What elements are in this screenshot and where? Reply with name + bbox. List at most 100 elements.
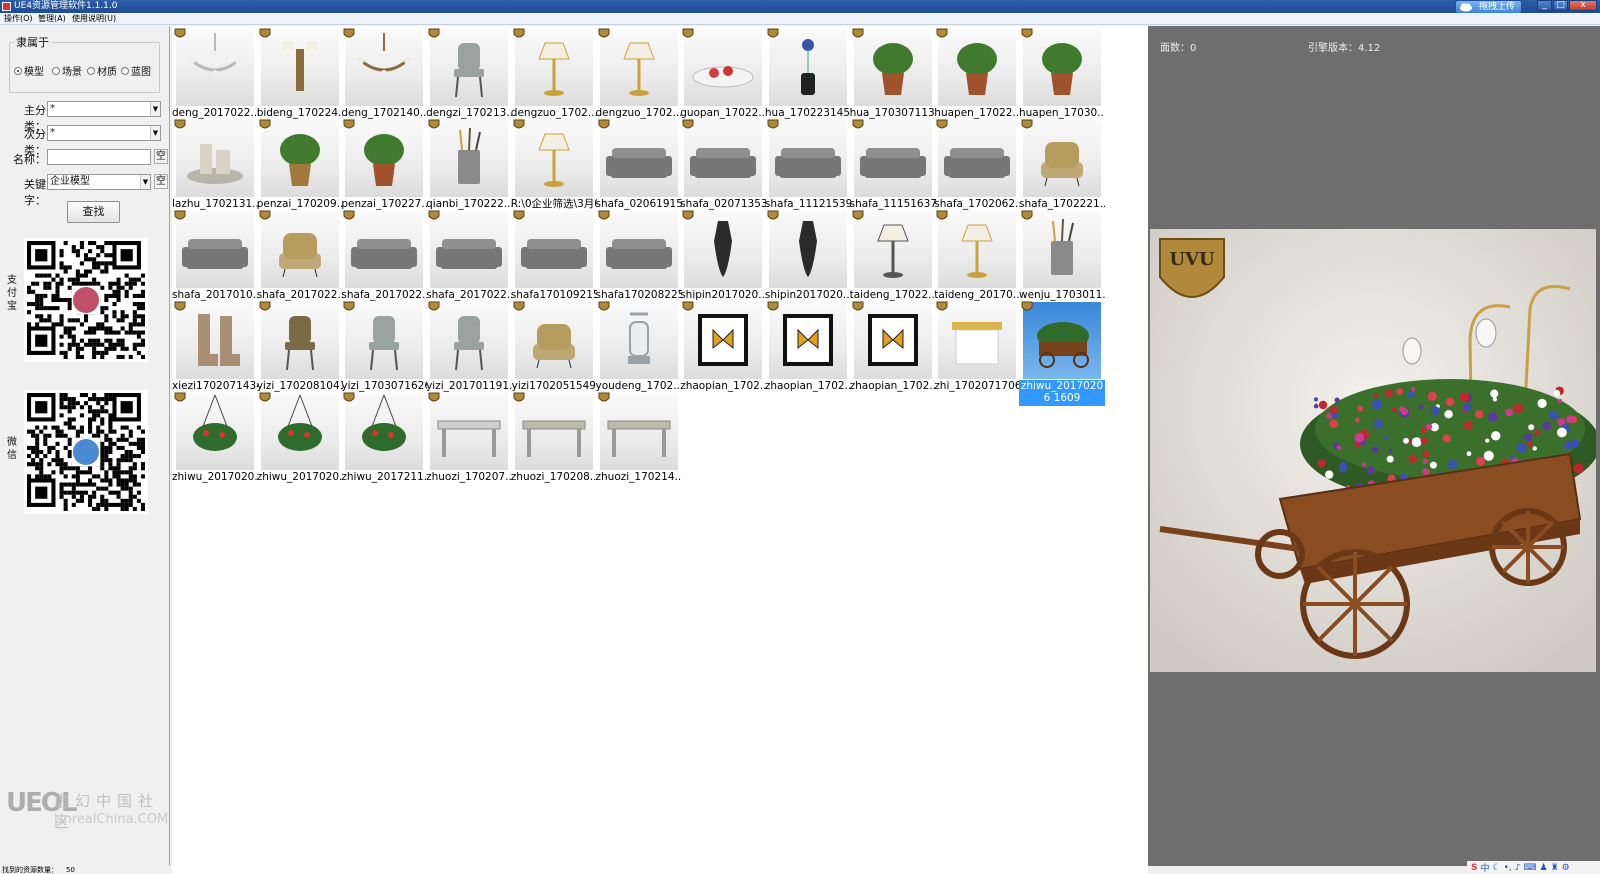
wrench-icon[interactable]: ⚙ (1562, 863, 1570, 873)
find-button[interactable]: 查找 (67, 201, 120, 223)
sogou-ime-icon[interactable]: S (1471, 863, 1477, 873)
shield-icon (513, 392, 525, 402)
asset-label: zhuozi_170207... (426, 471, 513, 483)
asset-tile[interactable]: yizi_1702081041 (257, 299, 343, 392)
asset-tile[interactable]: deng_2017022... (172, 26, 258, 119)
asset-tile[interactable]: guopan_17022... (680, 26, 766, 119)
shield-icon (174, 119, 186, 129)
asset-tile[interactable]: zhaopian_1702... (680, 299, 766, 392)
close-button[interactable]: x (1569, 0, 1597, 11)
menu-manage[interactable]: 管理(A) (38, 14, 66, 24)
asset-tile[interactable]: yizi1702051549 (511, 299, 597, 392)
asset-tile[interactable]: zhiwu_20170206 1609 (1019, 299, 1105, 406)
upload-button[interactable]: 拖拽上传 (1455, 0, 1522, 14)
asset-tile[interactable]: bideng_170224... (257, 26, 343, 119)
radio-material[interactable]: 材质 (87, 63, 117, 78)
menu-help[interactable]: 使用说明(U) (72, 14, 116, 24)
asset-tile[interactable]: shafa1701092151 (511, 208, 597, 301)
sub-category-select[interactable]: * ▼ (47, 125, 161, 141)
asset-tile[interactable]: taideng_17022... (850, 208, 936, 301)
asset-tile[interactable]: qianbi_170222... (426, 117, 512, 210)
asset-tile[interactable]: shafa_2017022... (341, 208, 427, 301)
asset-tile[interactable]: shafa_1702062... (934, 117, 1020, 210)
asset-tile[interactable]: shafa1702082253 (596, 208, 682, 301)
system-tray: S 中 ☾ •, ♪ ⌨ ♟ ♜ ⚙ (1467, 861, 1600, 874)
asset-tile[interactable]: zhuozi_170208... (511, 390, 597, 483)
asset-tile[interactable]: R:\0企业筛选\3月01\dengzuo_1... (511, 117, 597, 210)
shield-icon (428, 28, 440, 38)
asset-tile[interactable]: hua_1703071135 (850, 26, 936, 119)
asset-tile[interactable]: xiezi1702071434 (172, 299, 258, 392)
asset-tile[interactable]: taideng_20170... (934, 208, 1020, 301)
asset-tile[interactable]: wenju_1703011... (1019, 208, 1105, 301)
asset-thumbnail (768, 29, 847, 106)
main-category-select[interactable]: * ▼ (47, 101, 161, 117)
asset-tile[interactable]: shafa_02071353 (680, 117, 766, 210)
punctuation-icon[interactable]: •, (1504, 863, 1512, 873)
asset-tile[interactable]: deng_1702140... (341, 26, 427, 119)
shirt-icon[interactable]: ♜ (1551, 863, 1559, 873)
shield-icon (852, 301, 864, 311)
moon-icon[interactable]: ☾ (1493, 863, 1501, 873)
asset-tile[interactable]: shafa_11121539 (765, 117, 851, 210)
asset-tile[interactable]: zhaopian_1702... (850, 299, 936, 392)
watermark-en: UnrealChina.COM (54, 812, 169, 827)
asset-tile[interactable]: lazhu_1702131... (172, 117, 258, 210)
asset-tile[interactable]: shipin2017020... (680, 208, 766, 301)
radio-scene[interactable]: 场景 (52, 63, 82, 78)
asset-tile[interactable]: shafa_11151637 (850, 117, 936, 210)
asset-tile[interactable]: zhuozi_170207... (426, 390, 513, 483)
asset-tile[interactable]: yizi_1703071626 (341, 299, 427, 392)
asset-thumbnail (430, 29, 509, 106)
asset-tile[interactable]: zhiwu_2017211... (341, 390, 427, 483)
asset-tile[interactable]: youdeng_1702... (596, 299, 682, 392)
radio-blueprint[interactable]: 蓝图 (121, 63, 151, 78)
asset-thumbnail (768, 302, 847, 379)
clear-keyword-button[interactable]: 空 (154, 174, 168, 189)
asset-thumbnail (514, 211, 593, 288)
asset-tile[interactable]: zhaopian_1702... (765, 299, 851, 392)
asset-tile[interactable]: huapen_17030... (1019, 26, 1105, 119)
asset-tile[interactable]: shafa_2017010... (172, 208, 258, 301)
asset-tile[interactable]: penzai_170227... (341, 117, 427, 210)
sofa-icon (605, 148, 672, 178)
asset-tile[interactable]: dengzuo_1702... (511, 26, 597, 119)
ime-chinese-icon[interactable]: 中 (1480, 861, 1489, 874)
asset-tile[interactable]: zhiwu_2017020... (172, 390, 258, 483)
asset-tile[interactable]: shafa_2017022... (257, 208, 343, 301)
armchair-icon (532, 324, 575, 369)
asset-tile[interactable]: yizi_201701191... (426, 299, 512, 392)
keyboard-icon[interactable]: ⌨ (1524, 863, 1537, 873)
shield-icon (598, 28, 609, 38)
maximize-button[interactable]: □ (1553, 0, 1568, 11)
asset-tile[interactable]: zhuozi_170214... (596, 390, 682, 483)
radio-dot (87, 66, 95, 75)
asset-thumbnail (430, 120, 509, 197)
asset-tile[interactable]: dengzi_170213... (426, 26, 512, 119)
asset-tile[interactable]: shafa_1702221... (1019, 117, 1105, 210)
user-icon[interactable]: ♟ (1540, 863, 1548, 873)
menu-operate[interactable]: 操作(O) (4, 14, 33, 24)
asset-thumbnail (260, 393, 339, 470)
asset-tile[interactable]: hua_1702231459 (765, 26, 851, 119)
asset-tile[interactable]: zhiwu_2017020... (257, 390, 343, 483)
asset-tile[interactable]: zhi_1702071706 (934, 299, 1020, 392)
asset-tile[interactable]: penzai_170209... (257, 117, 343, 210)
asset-tile[interactable]: shafa_02061915 (596, 117, 682, 210)
asset-thumbnail (599, 120, 678, 197)
sofa-icon (351, 239, 418, 269)
flower-cart-preview-icon: UVU (1150, 229, 1596, 672)
asset-tile[interactable]: shafa_2017022... (426, 208, 512, 301)
keyword-select[interactable]: 企业模型 ▼ (47, 174, 151, 190)
microphone-icon[interactable]: ♪ (1515, 863, 1521, 873)
asset-tile[interactable]: shipin2017020... (765, 208, 851, 301)
asset-tile[interactable]: huapen_17022... (934, 26, 1020, 119)
sofa-icon (944, 148, 1011, 178)
clear-name-button[interactable]: 空 (154, 149, 168, 164)
table-icon (437, 420, 501, 457)
asset-thumbnail (345, 120, 424, 197)
asset-tile[interactable]: dengzuo_1702... (596, 26, 682, 119)
radio-model[interactable]: 模型 (14, 63, 44, 78)
name-input[interactable] (47, 149, 151, 165)
minimize-button[interactable]: _ (1537, 0, 1552, 11)
